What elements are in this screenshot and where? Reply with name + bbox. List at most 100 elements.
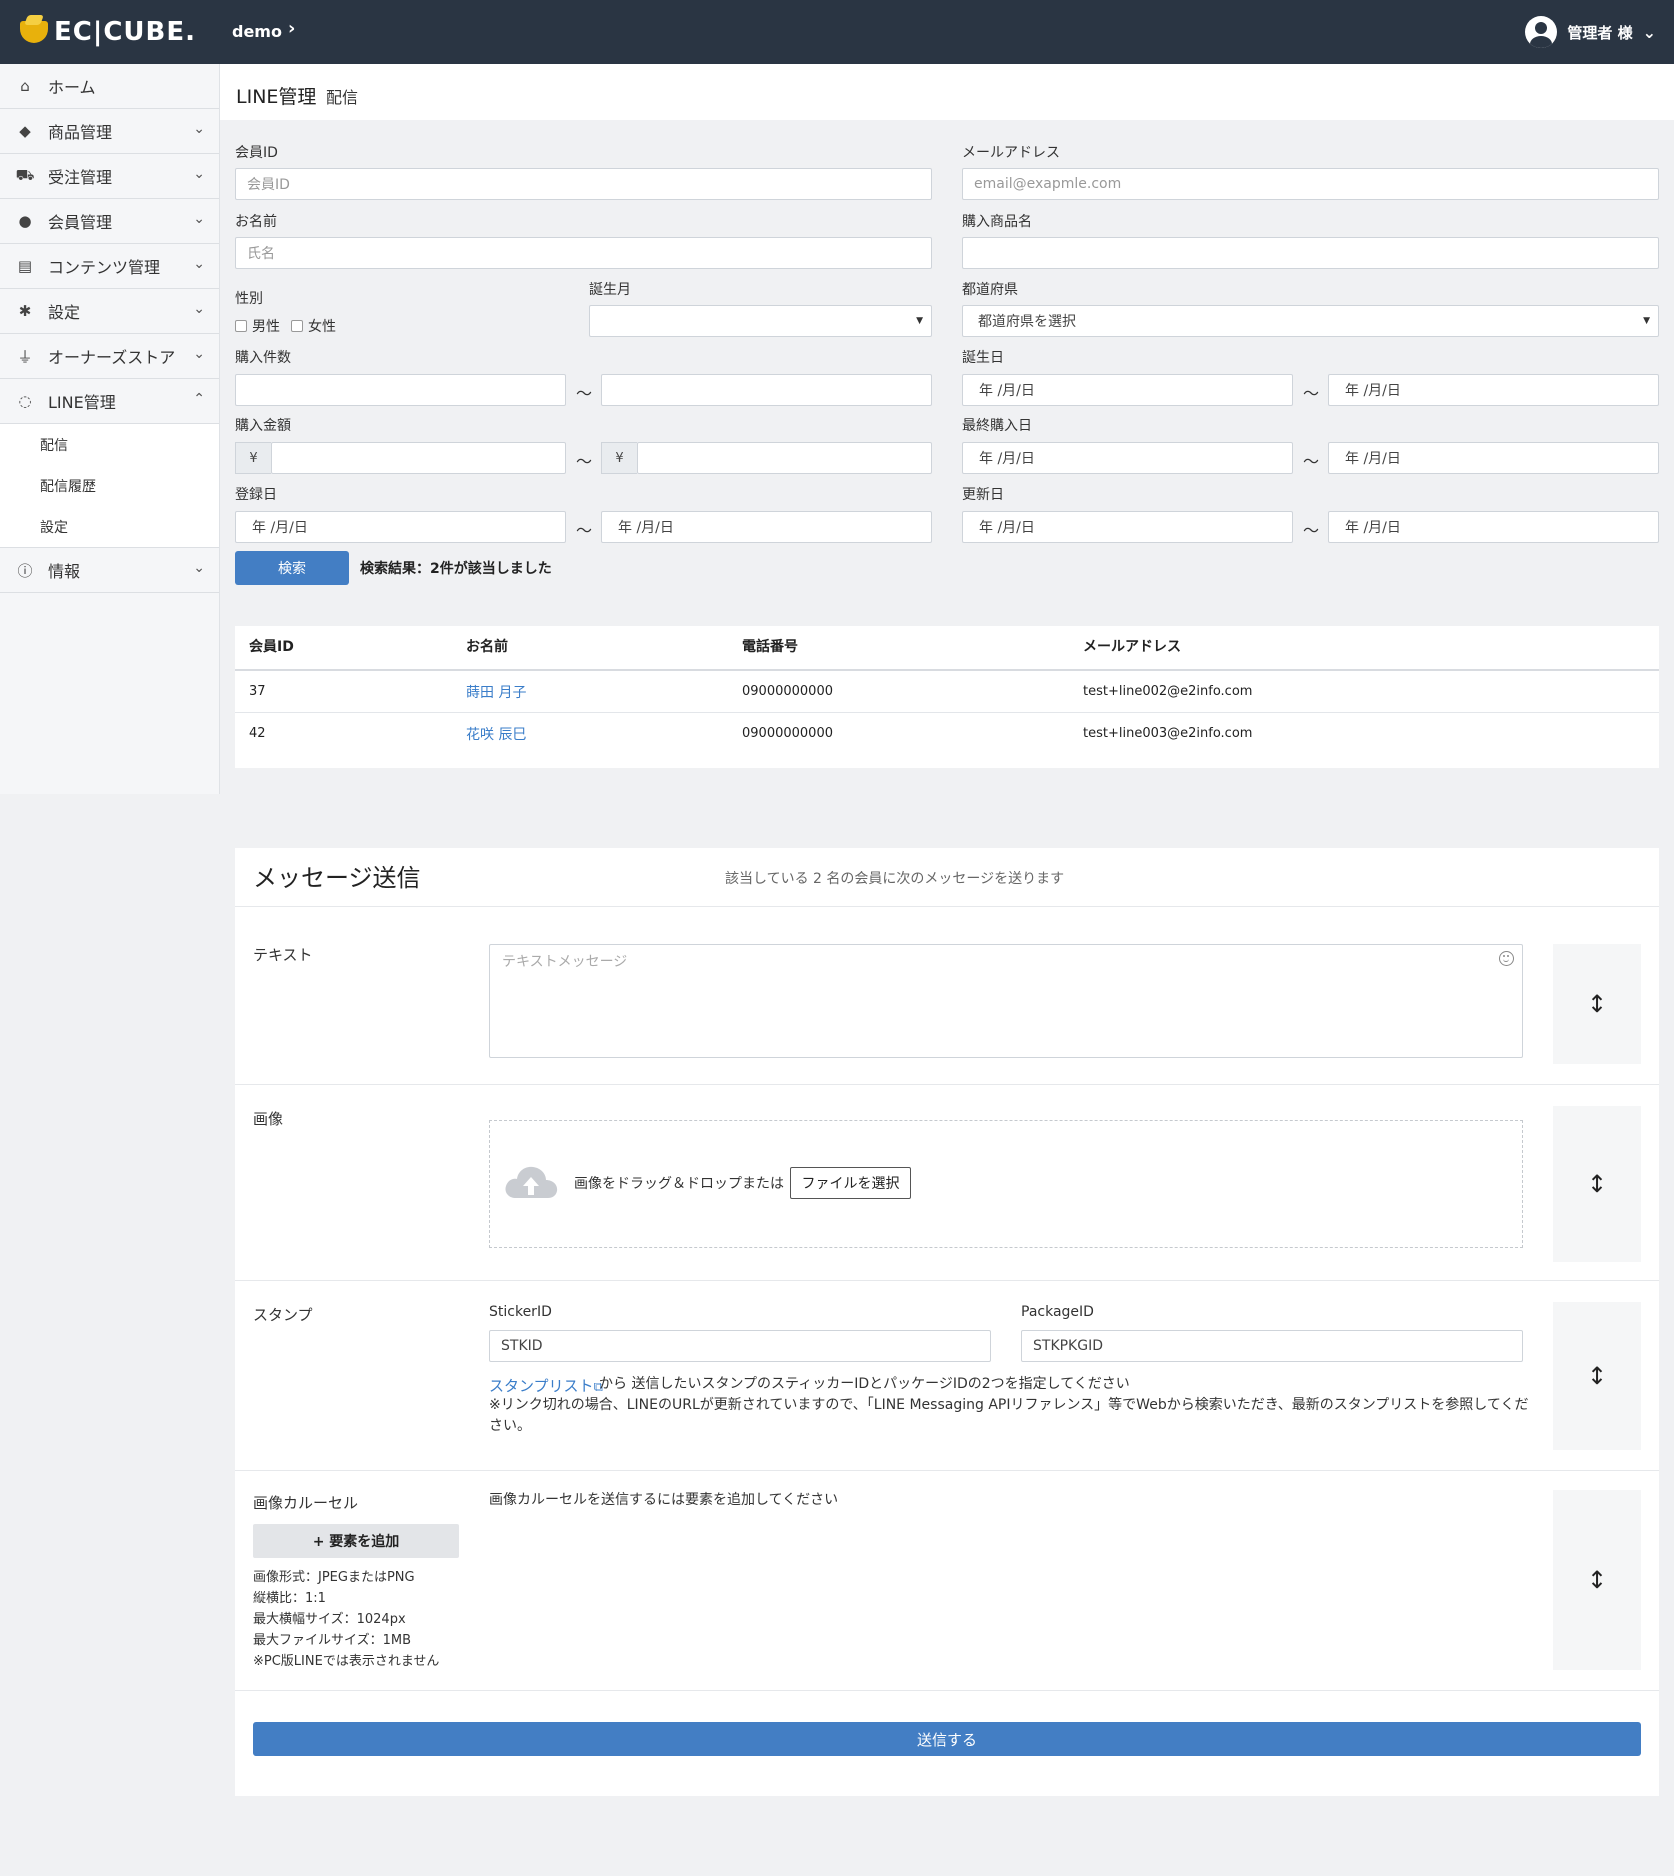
plug-icon: ⏚ <box>17 347 33 366</box>
drag-handle[interactable]: ↕ <box>1553 1302 1641 1450</box>
prefecture-select[interactable]: 都道府県を選択 ▼ <box>962 305 1659 337</box>
results-table: 会員ID お名前 電話番号 メールアドレス 37 蒔田 月子 090000000… <box>235 626 1659 768</box>
drag-handle[interactable]: ↕ <box>1553 1490 1641 1670</box>
gender-female-checkbox[interactable]: 女性 <box>291 316 336 336</box>
birth-month-label: 誕生月 <box>589 282 631 298</box>
birthday-start-input[interactable]: 年 /月/日 <box>962 374 1293 406</box>
range-separator: 〜 <box>1303 384 1320 403</box>
text-row-label: テキスト <box>253 946 313 964</box>
tel-cell: 09000000000 <box>742 726 833 741</box>
text-message-placeholder: テキストメッセージ <box>502 954 628 970</box>
birthday-end-input[interactable]: 年 /月/日 <box>1328 374 1659 406</box>
send-button[interactable]: 送信する <box>253 1722 1641 1756</box>
vertical-arrows-icon: ↕ <box>1586 1362 1608 1390</box>
message-description: 該当している 2 名の会員に次のメッセージを送ります <box>725 871 1065 887</box>
registered-start-input[interactable]: 年 /月/日 <box>235 511 566 543</box>
name-input[interactable]: 氏名 <box>235 237 932 269</box>
spec-pc-note: ※PC版LINEでは表示されません <box>253 1654 440 1669</box>
divider <box>235 1280 1659 1281</box>
product-name-input[interactable] <box>962 237 1659 269</box>
carousel-row-label: 画像カルーセル <box>253 1494 359 1512</box>
email-cell: test+line002@e2info.com <box>1083 684 1253 699</box>
updated-end-input[interactable]: 年 /月/日 <box>1328 511 1659 543</box>
chevron-down-icon: ⌄ <box>193 560 205 576</box>
user-menu[interactable]: 管理者 様 ⌄ <box>1525 16 1656 48</box>
member-id-input[interactable]: 会員ID <box>235 168 932 200</box>
sidebar-item-label: 受注管理 <box>48 168 113 187</box>
cart-icon: ⛟ <box>15 166 35 184</box>
ec-cube-logo[interactable]: EC|CUBE. <box>20 17 196 47</box>
tel-cell: 09000000000 <box>742 684 833 699</box>
drag-handle[interactable]: ↕ <box>1553 1106 1641 1262</box>
gender-label: 性別 <box>235 291 263 307</box>
purchase-count-max-input[interactable] <box>601 374 932 406</box>
sidebar-item-info[interactable]: ⓘ 情報 ⌄ <box>0 548 219 593</box>
member-name-link[interactable]: 花咲 辰巳 <box>466 724 526 744</box>
member-id-cell: 42 <box>249 726 266 741</box>
drag-handle[interactable]: ↕ <box>1553 944 1641 1064</box>
gender-male-checkbox[interactable]: 男性 <box>235 316 280 336</box>
cube-logo-icon <box>20 21 48 43</box>
last-purchase-end-input[interactable]: 年 /月/日 <box>1328 442 1659 474</box>
sidebar-subitem-delivery[interactable]: 配信 <box>0 424 219 465</box>
registered-date-label: 登録日 <box>235 487 277 503</box>
spec-format: 画像形式：JPEGまたはPNG <box>253 1570 415 1585</box>
line-subnav: 配信 配信履歴 設定 <box>0 424 219 548</box>
add-element-button[interactable]: + 要素を追加 <box>253 1524 459 1558</box>
checkbox-box[interactable] <box>235 320 247 332</box>
product-name-label: 購入商品名 <box>962 214 1032 230</box>
sidebar-subitem-line-settings[interactable]: 設定 <box>0 506 219 547</box>
yen-addon: ¥ <box>235 442 271 474</box>
column-header-member-id: 会員ID <box>249 639 294 655</box>
purchase-amount-min-input[interactable] <box>271 442 566 474</box>
birthday-label: 誕生日 <box>962 350 1004 366</box>
column-header-tel: 電話番号 <box>742 639 798 655</box>
sidebar-item-members[interactable]: ● 会員管理 ⌄ <box>0 199 219 244</box>
sidebar-item-home[interactable]: ⌂ ホーム <box>0 64 219 109</box>
top-bar: EC|CUBE. demo › 管理者 様 ⌄ <box>0 0 1674 64</box>
sidebar-subitem-history[interactable]: 配信履歴 <box>0 465 219 506</box>
caret-down-icon: ▼ <box>1643 316 1650 326</box>
purchase-count-min-input[interactable] <box>235 374 566 406</box>
name-label: お名前 <box>235 214 277 230</box>
stamp-list-link-text: スタンプリスト <box>489 1377 594 1395</box>
image-dropzone[interactable]: 画像をドラッグ＆ドロップまたは ファイルを選択 <box>489 1120 1523 1248</box>
member-id-cell: 37 <box>249 684 266 699</box>
sidebar-item-products[interactable]: ◆ 商品管理 ⌄ <box>0 109 219 154</box>
registered-end-input[interactable]: 年 /月/日 <box>601 511 932 543</box>
chevron-down-icon: ⌄ <box>193 166 205 182</box>
emoji-icon[interactable] <box>1499 951 1514 966</box>
range-separator: 〜 <box>576 384 593 403</box>
range-separator: 〜 <box>1303 452 1320 471</box>
last-purchase-start-input[interactable]: 年 /月/日 <box>962 442 1293 474</box>
chevron-down-icon: ⌄ <box>1642 22 1656 42</box>
sidebar-item-contents[interactable]: ▤ コンテンツ管理 ⌄ <box>0 244 219 289</box>
search-button[interactable]: 検索 <box>235 551 349 585</box>
chevron-down-icon: ⌄ <box>193 346 205 362</box>
sidebar-item-line[interactable]: ◌ LINE管理 ⌃ <box>0 379 219 424</box>
shop-name-link[interactable]: demo <box>232 22 282 41</box>
sidebar-item-orders[interactable]: ⛟ 受注管理 ⌄ <box>0 154 219 199</box>
checkbox-box[interactable] <box>291 320 303 332</box>
member-name-link[interactable]: 蒔田 月子 <box>466 682 526 702</box>
logo-text: EC|CUBE. <box>54 17 196 47</box>
users-icon: ● <box>18 212 32 230</box>
updated-start-input[interactable]: 年 /月/日 <box>962 511 1293 543</box>
member-id-label: 会員ID <box>235 145 278 161</box>
purchase-amount-max-input[interactable] <box>637 442 932 474</box>
divider <box>235 1470 1659 1471</box>
message-title: メッセージ送信 <box>253 864 421 892</box>
stamp-list-link[interactable]: スタンプリスト⧉ <box>489 1375 603 1396</box>
choose-file-button[interactable]: ファイルを選択 <box>790 1167 911 1199</box>
sidebar-item-owners-store[interactable]: ⏚ オーナーズストア ⌄ <box>0 334 219 379</box>
sidebar-item-settings[interactable]: ✱ 設定 ⌄ <box>0 289 219 334</box>
chevron-right-icon[interactable]: › <box>288 18 295 39</box>
divider <box>235 906 1659 907</box>
sticker-id-input[interactable]: STKID <box>489 1330 991 1362</box>
birth-month-select[interactable]: ▼ <box>589 305 932 337</box>
text-message-textarea[interactable]: テキストメッセージ <box>489 944 1523 1058</box>
prefecture-label: 都道府県 <box>962 282 1018 298</box>
chevron-up-icon: ⌃ <box>193 391 205 407</box>
package-id-input[interactable]: STKPKGID <box>1021 1330 1523 1362</box>
email-input[interactable]: email@exapmle.com <box>962 168 1659 200</box>
